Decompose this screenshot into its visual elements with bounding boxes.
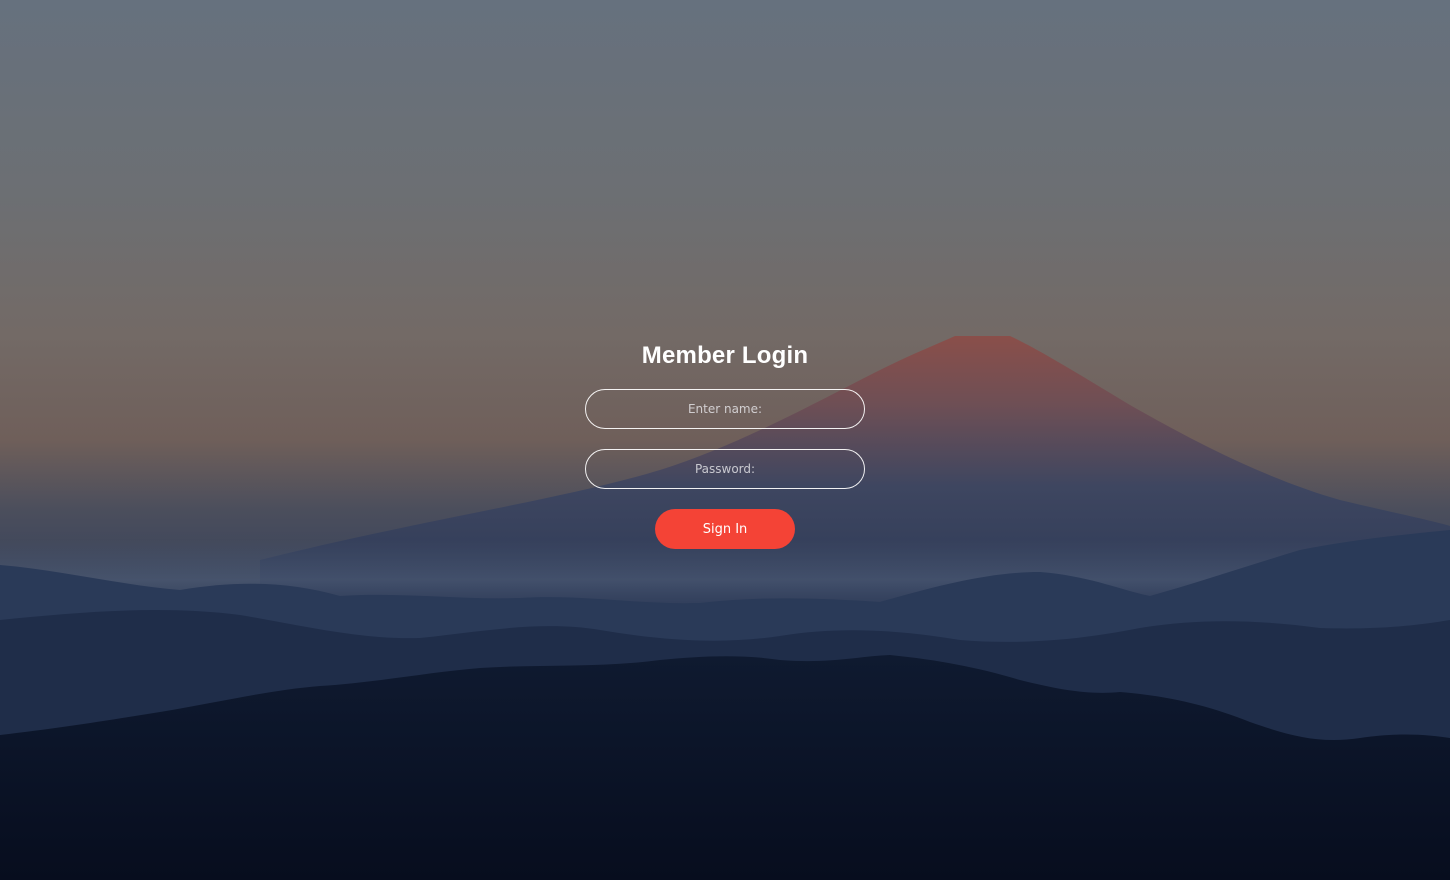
password-input[interactable] xyxy=(585,449,865,489)
sign-in-button[interactable]: Sign In xyxy=(655,509,795,549)
name-input[interactable] xyxy=(585,389,865,429)
login-form: Member Login Sign In xyxy=(585,338,865,549)
login-title: Member Login xyxy=(641,342,809,369)
